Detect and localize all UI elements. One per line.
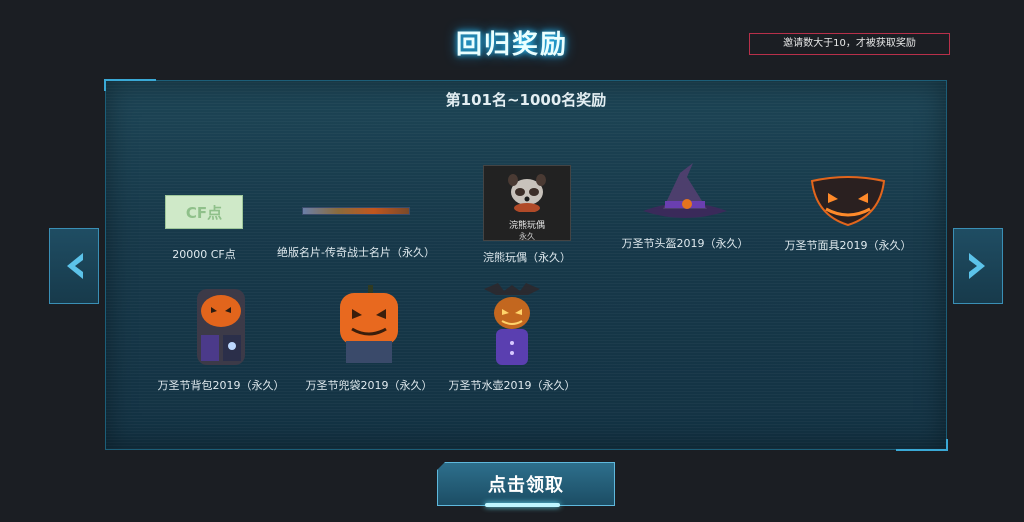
reward-panel: 第101名~1000名奖励 CF点 20000 CF点 绝版名片-传奇战士名片（… [104,79,948,451]
reward-item[interactable]: 万圣节面具2019（永久） [763,175,933,253]
claim-glow [485,503,560,507]
panel-corner [896,439,948,451]
cf-points-card-icon: CF点 [165,195,243,229]
reward-item[interactable]: 浣熊玩偶 永久 浣熊玩偶（永久） [442,165,612,265]
chevron-left-icon [67,253,83,279]
rank-title: 第101名~1000名奖励 [445,91,607,109]
next-page-button[interactable] [953,228,1003,304]
pumpkin-mask-icon [808,175,888,227]
chevron-right-icon [969,253,985,279]
reward-label: 万圣节背包2019（永久） [157,379,285,392]
reward-item[interactable]: 万圣节水壶2019（永久） [427,281,597,393]
pumpkin-pouch-icon [334,283,404,367]
raccoon-doll-icon: 浣熊玩偶 永久 [483,165,571,241]
invite-notice: 邀请数大于10，才被获取奖励 [749,33,950,55]
prev-page-button[interactable] [49,228,99,304]
claim-button[interactable]: 点击领取 [437,462,615,506]
reward-item[interactable]: 万圣节头盔2019（永久） [600,159,770,251]
pumpkin-kettle-icon [482,281,542,369]
reward-item[interactable]: CF点 20000 CF点 [119,193,289,262]
reward-label: 万圣节面具2019（永久） [784,239,912,252]
reward-label: 万圣节头盔2019（永久） [621,237,749,250]
pumpkin-backpack-icon [189,283,253,367]
reward-label: 万圣节水壶2019（永久） [448,379,576,392]
reward-label: 20000 CF点 [172,248,236,261]
witch-hat-icon [635,159,735,227]
thumb-caption: 浣熊玩偶 [508,221,545,231]
reward-item[interactable]: 万圣节背包2019（永久） [136,283,306,393]
thumb-sub: 永久 [519,232,535,241]
reward-item[interactable]: 绝版名片-传奇战士名片（永久） [271,193,441,260]
reward-label: 绝版名片-传奇战士名片（永久） [277,246,435,259]
raccoon-face-icon [508,174,546,213]
name-card-icon [302,207,410,215]
reward-label: 浣熊玩偶（永久） [483,251,571,264]
